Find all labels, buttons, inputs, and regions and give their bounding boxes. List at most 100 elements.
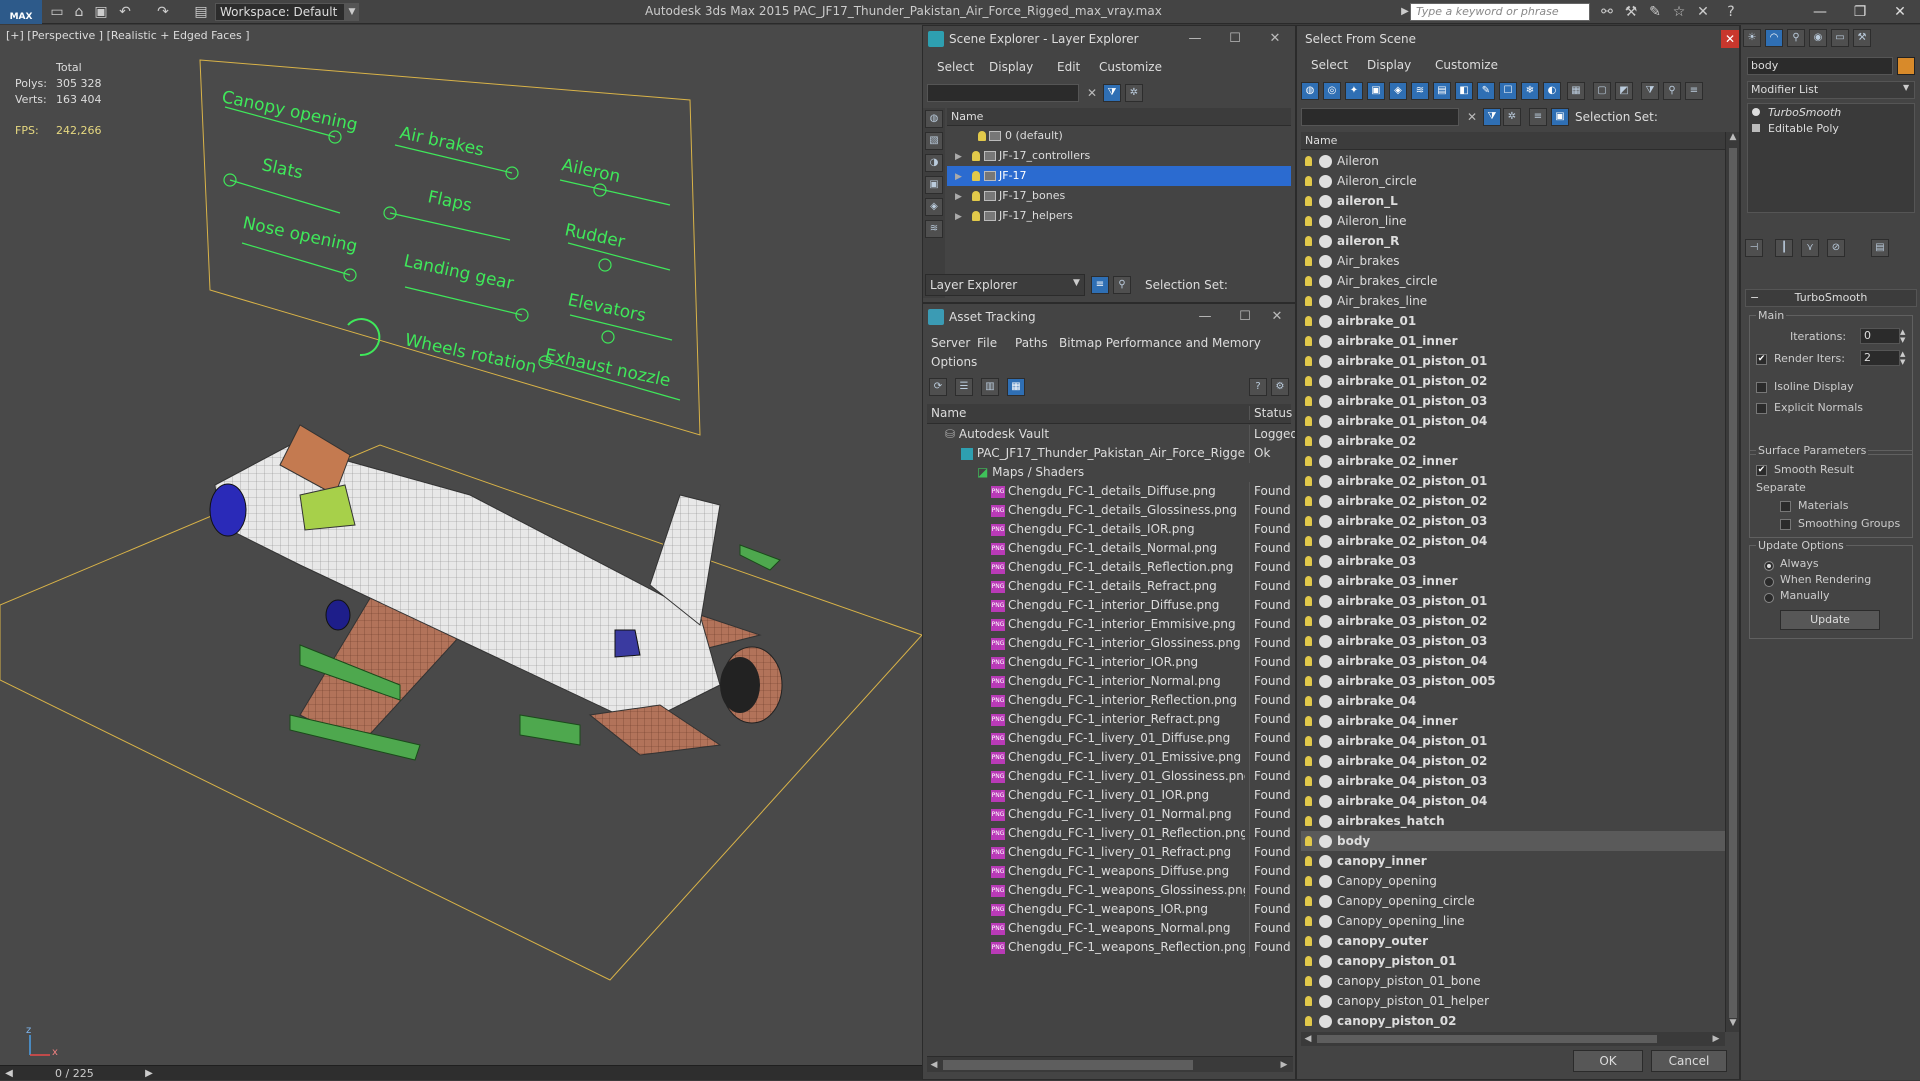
- always-radio[interactable]: [1764, 558, 1774, 572]
- light-bulb-icon[interactable]: [1305, 776, 1312, 786]
- asset-map-row[interactable]: PNG Chengdu_FC-1_weapons_Diffuse.png Found: [927, 862, 1295, 881]
- asset-map-row[interactable]: PNG Chengdu_FC-1_interior_Refract.png Foun…: [927, 710, 1295, 729]
- light-bulb-icon[interactable]: [1305, 236, 1312, 246]
- display-shapes-icon[interactable]: ▧: [925, 132, 943, 150]
- scene-explorer-search-input[interactable]: [927, 84, 1079, 102]
- asset-map-row[interactable]: PNG Chengdu_FC-1_details_Reflection.png Fo…: [927, 558, 1295, 577]
- perspective-viewport[interactable]: [+] [Perspective ] [Realistic + Edged Fa…: [0, 25, 922, 1065]
- asset-map-row[interactable]: PNG Chengdu_FC-1_livery_01_Reflection.png…: [927, 824, 1295, 843]
- scene-object-row[interactable]: canopy_piston_01_bone: [1301, 971, 1725, 991]
- display-helpers-icon[interactable]: ◈: [925, 198, 943, 216]
- chevron-down-icon[interactable]: ▼: [1903, 83, 1909, 92]
- scrollbar-thumb[interactable]: [943, 1060, 1193, 1070]
- scene-object-row[interactable]: airbrake_02_piston_04: [1301, 531, 1725, 551]
- scene-object-row[interactable]: airbrake_02_piston_02: [1301, 491, 1725, 511]
- stack-item-editable-poly[interactable]: Editable Poly: [1752, 122, 1839, 135]
- scene-object-row[interactable]: airbrake_03_piston_01: [1301, 591, 1725, 611]
- binoculars-icon[interactable]: ⚯: [1598, 3, 1616, 21]
- menu-server[interactable]: Server: [931, 336, 970, 350]
- scene-object-row[interactable]: airbrake_02_piston_01: [1301, 471, 1725, 491]
- light-bulb-icon[interactable]: [1305, 456, 1312, 466]
- expand-arrow-icon[interactable]: ▶: [955, 147, 965, 167]
- favorites-star-icon[interactable]: ☆: [1670, 3, 1688, 21]
- scene-object-row[interactable]: airbrake_01_inner: [1301, 331, 1725, 351]
- scene-object-row[interactable]: airbrake_01_piston_04: [1301, 411, 1725, 431]
- menu-bitmap-performance[interactable]: Bitmap Performance and Memory: [1059, 336, 1261, 350]
- scene-object-row[interactable]: airbrake_03_piston_005: [1301, 671, 1725, 691]
- turbosmooth-rollout-header[interactable]: − TurboSmooth: [1745, 289, 1917, 307]
- filter-icon[interactable]: ⧩: [1483, 108, 1501, 126]
- scene-object-row[interactable]: airbrake_03_piston_04: [1301, 651, 1725, 671]
- asset-row-file[interactable]: PAC_JF17_Thunder_Pakistan_Air_Force_Rigg…: [927, 444, 1295, 463]
- scene-object-row[interactable]: airbrake_04: [1301, 691, 1725, 711]
- menu-display[interactable]: Display: [989, 60, 1033, 74]
- scene-object-row[interactable]: airbrake_01_piston_01: [1301, 351, 1725, 371]
- light-bulb-icon[interactable]: [1305, 976, 1312, 986]
- settings-icon[interactable]: ⚙: [1271, 378, 1289, 396]
- minimize-icon[interactable]: —: [1185, 304, 1225, 330]
- asset-map-row[interactable]: PNG Chengdu_FC-1_weapons_Reflection.png Fo…: [927, 938, 1295, 957]
- sun-icon[interactable]: ☀: [1743, 29, 1761, 47]
- chevron-left-icon[interactable]: ◀: [1301, 1032, 1315, 1046]
- scene-object-row-selected[interactable]: body: [1301, 831, 1725, 851]
- jet-model-wireframe[interactable]: [0, 25, 922, 1065]
- close-icon[interactable]: ✕: [1255, 26, 1295, 52]
- scene-object-row[interactable]: Air_brakes_line: [1301, 291, 1725, 311]
- asset-map-row[interactable]: PNG Chengdu_FC-1_details_Refract.png Found: [927, 577, 1295, 596]
- light-bulb-icon[interactable]: [1305, 1016, 1312, 1026]
- clear-search-icon[interactable]: ✕: [1463, 108, 1481, 126]
- menu-file[interactable]: File: [977, 336, 997, 350]
- scene-object-row[interactable]: canopy_piston_02: [1301, 1011, 1725, 1031]
- layer-row[interactable]: 0 (default): [947, 126, 1291, 146]
- light-bulb-icon[interactable]: [1752, 108, 1760, 116]
- spinner-arrows-icon[interactable]: ▲ ▼: [1900, 350, 1905, 366]
- light-bulb-icon[interactable]: [1305, 156, 1312, 166]
- light-bulb-icon[interactable]: [1305, 196, 1312, 206]
- render-iters-spinner[interactable]: 2: [1860, 350, 1900, 366]
- exchange-icon[interactable]: ✕: [1694, 3, 1712, 21]
- light-bulb-icon[interactable]: [1305, 356, 1312, 366]
- options-icon[interactable]: ≡: [1685, 82, 1703, 100]
- find-case-icon[interactable]: ✲: [1125, 84, 1143, 102]
- light-bulb-icon[interactable]: [1305, 896, 1312, 906]
- menu-display[interactable]: Display: [1367, 58, 1411, 72]
- motion-tab-icon[interactable]: ◉: [1809, 29, 1827, 47]
- asset-map-row[interactable]: PNG Chengdu_FC-1_livery_01_Glossiness.png…: [927, 767, 1295, 786]
- light-bulb-icon[interactable]: [1305, 176, 1312, 186]
- scene-object-row[interactable]: airbrake_01_piston_02: [1301, 371, 1725, 391]
- light-bulb-icon[interactable]: [1305, 876, 1312, 886]
- filter-hidden-icon[interactable]: ◐: [1543, 82, 1561, 100]
- remove-modifier-icon[interactable]: ⊘: [1827, 239, 1845, 257]
- scene-object-row[interactable]: airbrake_03: [1301, 551, 1725, 571]
- scene-object-row[interactable]: canopy_outer: [1301, 931, 1725, 951]
- asset-map-row[interactable]: PNG Chengdu_FC-1_interior_Diffuse.png Foun…: [927, 596, 1295, 615]
- modifier-list-dropdown[interactable]: Modifier List: [1747, 81, 1915, 99]
- select-all-icon[interactable]: ▦: [1567, 82, 1585, 100]
- scene-object-row[interactable]: airbrake_04_inner: [1301, 711, 1725, 731]
- asset-map-row[interactable]: PNG Chengdu_FC-1_livery_01_Refract.png Fou…: [927, 843, 1295, 862]
- expand-icon[interactable]: [1752, 124, 1760, 132]
- hierarchy-icon[interactable]: ⚲: [1113, 276, 1131, 294]
- light-bulb-icon[interactable]: [1305, 916, 1312, 926]
- light-bulb-icon[interactable]: [1305, 836, 1312, 846]
- display-geometry-icon[interactable]: ◍: [925, 110, 943, 128]
- display-spacewarps-icon[interactable]: ≋: [925, 220, 943, 238]
- asset-horizontal-scrollbar[interactable]: ◀ ▶: [927, 1056, 1293, 1072]
- keyword-search-input[interactable]: Type a keyword or phrase: [1410, 3, 1590, 21]
- isoline-display-checkbox[interactable]: [1756, 380, 1767, 394]
- light-bulb-icon[interactable]: [1305, 296, 1312, 306]
- expand-arrow-icon[interactable]: ▶: [955, 187, 965, 207]
- display-tab-icon[interactable]: ▭: [1831, 29, 1849, 47]
- asset-map-row[interactable]: PNG Chengdu_FC-1_weapons_Glossiness.png Fo…: [927, 881, 1295, 900]
- save-icon[interactable]: ▣: [92, 3, 110, 21]
- tools-icon[interactable]: ⚒: [1622, 3, 1640, 21]
- light-bulb-icon[interactable]: [1305, 216, 1312, 226]
- update-button[interactable]: Update: [1780, 610, 1880, 630]
- column-name[interactable]: Name: [931, 406, 966, 420]
- scene-explorer-column-name[interactable]: Name: [947, 108, 1291, 126]
- scene-object-row[interactable]: Aileron_circle: [1301, 171, 1725, 191]
- asset-map-row[interactable]: PNG Chengdu_FC-1_interior_IOR.png Found: [927, 653, 1295, 672]
- light-bulb-icon[interactable]: [1305, 796, 1312, 806]
- filter-containers-icon[interactable]: ☐: [1499, 82, 1517, 100]
- layer-row[interactable]: ▶ JF-17_bones: [947, 186, 1291, 206]
